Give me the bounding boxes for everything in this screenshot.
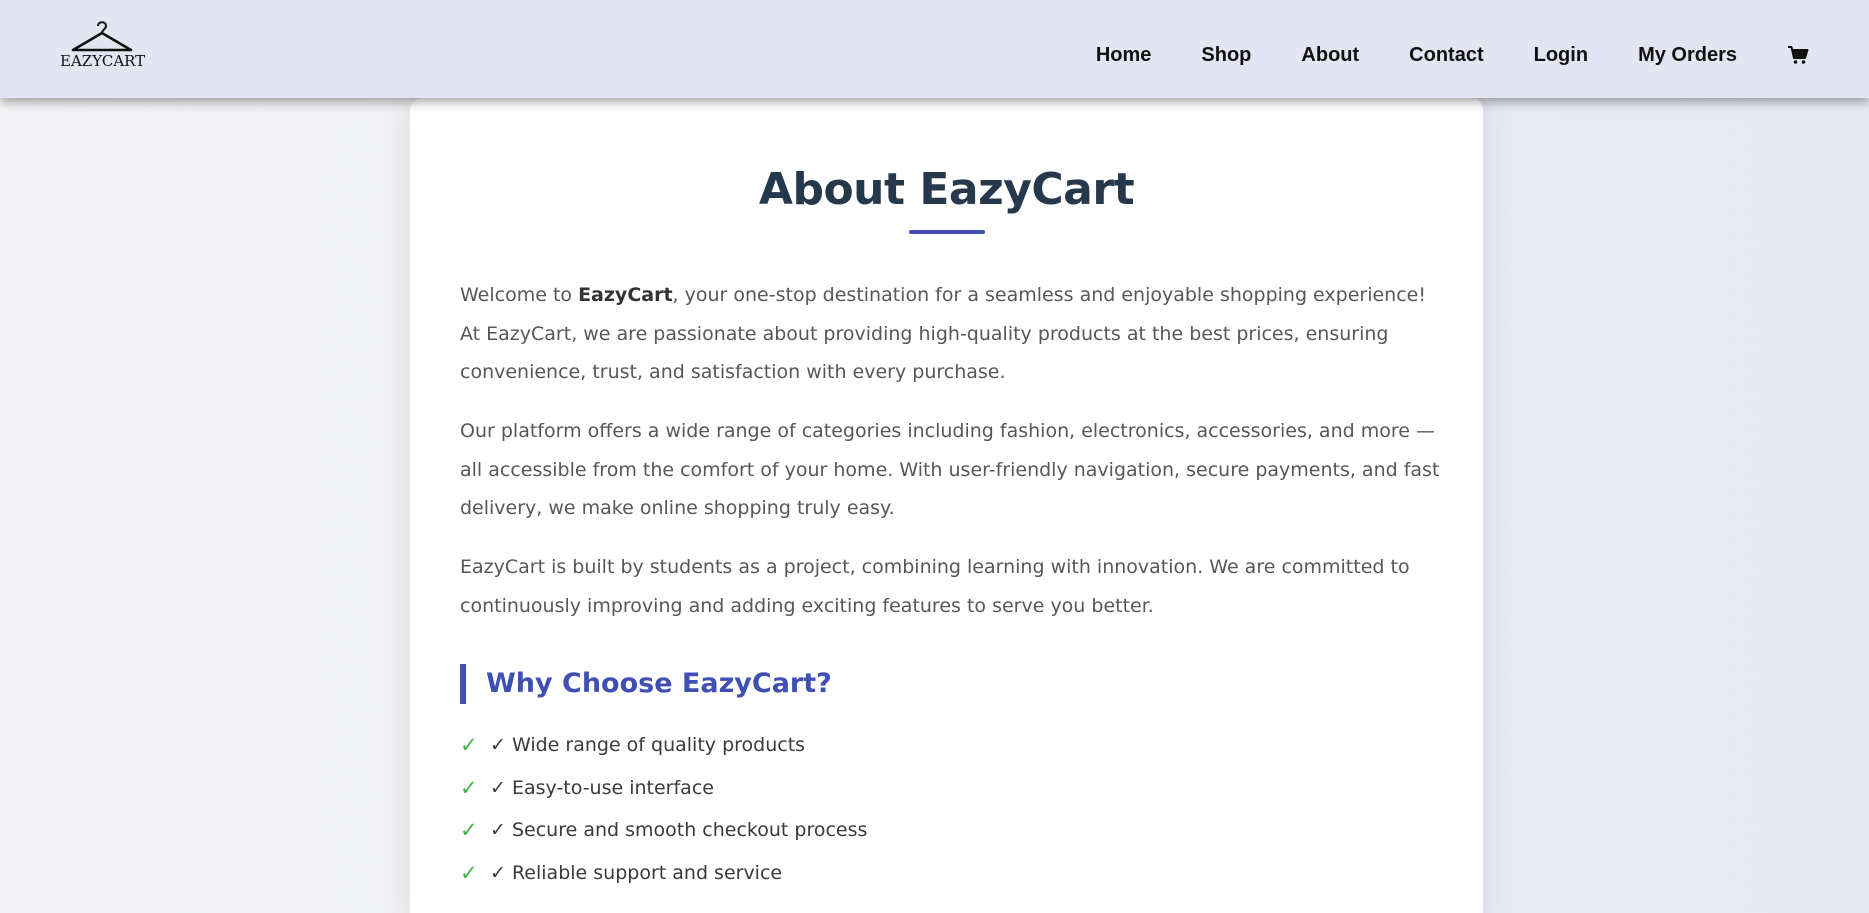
about-card: About EazyCart Welcome to EazyCart, your… xyxy=(410,98,1483,913)
brand-logo[interactable]: EAZYCART xyxy=(60,20,146,72)
feature-text: ✓ Secure and smooth checkout process xyxy=(490,819,868,842)
top-navbar: EAZYCART Home Shop About Contact Login M… xyxy=(0,0,1869,98)
main-nav: Home Shop About Contact Login My Orders xyxy=(1046,0,1809,110)
check-icon: ✓ xyxy=(460,733,478,758)
nav-my-orders[interactable]: My Orders xyxy=(1638,44,1737,67)
list-item: ✓ ✓ Wide range of quality products xyxy=(460,724,867,767)
features-list: ✓ ✓ Wide range of quality products ✓ ✓ E… xyxy=(460,724,867,894)
check-icon: ✓ xyxy=(460,818,478,843)
feature-text: ✓ Wide range of quality products xyxy=(490,734,806,757)
check-icon: ✓ xyxy=(460,775,478,800)
feature-text: ✓ Easy-to-use interface xyxy=(490,776,714,799)
list-item: ✓ ✓ Secure and smooth checkout process xyxy=(460,809,867,852)
page-title: About EazyCart xyxy=(758,164,1135,215)
intro-text-start: Welcome to xyxy=(460,284,579,306)
list-item: ✓ ✓ Reliable support and service xyxy=(460,852,867,895)
why-choose-heading: Why Choose EazyCart? xyxy=(460,664,832,704)
project-paragraph: EazyCart is built by students as a proje… xyxy=(460,556,1410,617)
nav-shop[interactable]: Shop xyxy=(1201,44,1251,67)
feature-text: ✓ Reliable support and service xyxy=(490,861,783,884)
check-icon: ✓ xyxy=(460,860,478,885)
nav-login[interactable]: Login xyxy=(1534,44,1588,67)
nav-home[interactable]: Home xyxy=(1096,44,1152,67)
nav-contact[interactable]: Contact xyxy=(1409,44,1483,67)
intro-brand-name: EazyCart xyxy=(578,284,673,306)
platform-paragraph: Our platform offers a wide range of cate… xyxy=(460,420,1440,519)
nav-about[interactable]: About xyxy=(1301,44,1359,67)
intro-paragraph: Welcome to EazyCart, your one-stop desti… xyxy=(460,276,1440,392)
cart-icon[interactable] xyxy=(1787,45,1809,65)
title-underline xyxy=(909,230,985,234)
brand-logo-text: EAZYCART xyxy=(60,52,146,70)
list-item: ✓ ✓ Easy-to-use interface xyxy=(460,767,867,810)
